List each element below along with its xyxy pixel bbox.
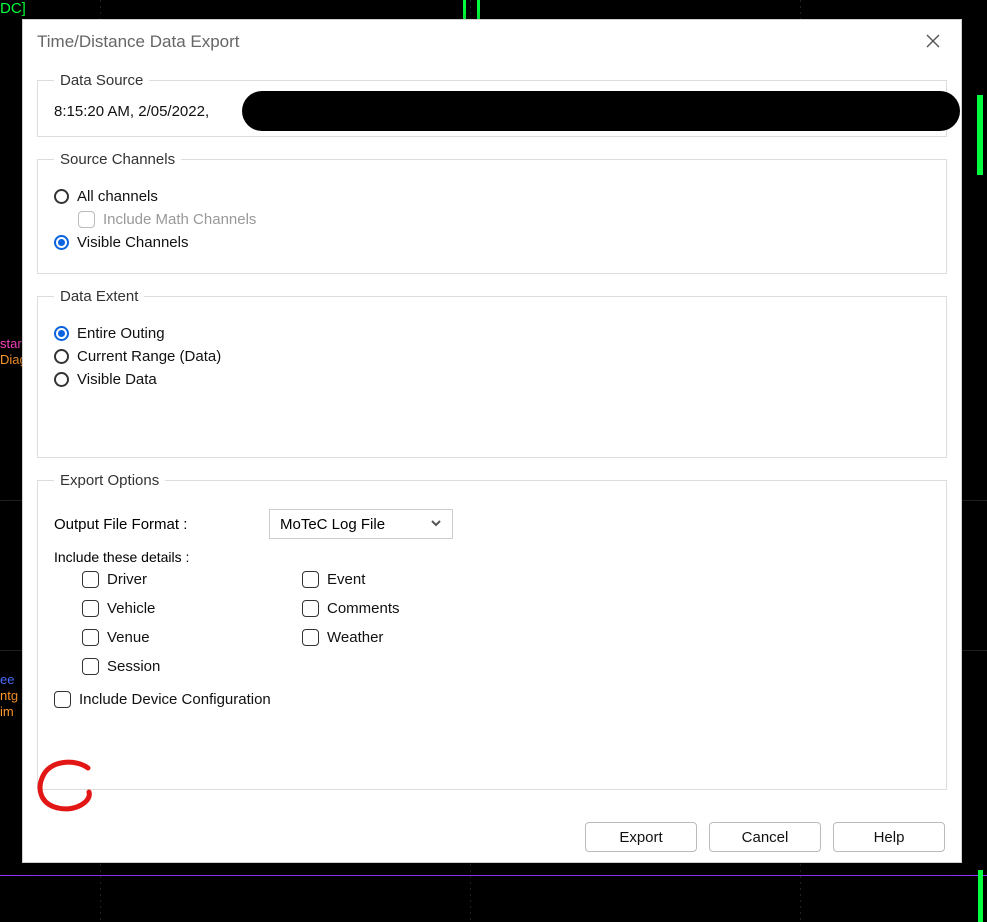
data-source-value: 8:15:20 AM, 2/05/2022, <box>54 103 930 120</box>
weather-label: Weather <box>327 629 383 646</box>
export-btn-label: Export <box>619 829 662 846</box>
row-output-format: Output File Format : MoTeC Log File <box>54 509 930 539</box>
bg-topleft-label: DC] <box>0 0 26 17</box>
session-label: Session <box>107 658 160 675</box>
help-btn-label: Help <box>874 829 905 846</box>
legend-export-options: Export Options <box>54 472 165 489</box>
checkbox-icon <box>302 629 319 646</box>
radio-visible-channels[interactable]: Visible Channels <box>54 234 930 251</box>
current-label: Current Range (Data) <box>77 348 221 365</box>
entire-label: Entire Outing <box>77 325 165 342</box>
checkbox-comments[interactable]: Comments <box>302 600 522 617</box>
checkbox-include-math[interactable]: Include Math Channels <box>78 211 930 228</box>
checkbox-driver[interactable]: Driver <box>82 571 302 588</box>
group-data-source: Data Source 8:15:20 AM, 2/05/2022, <box>37 72 947 137</box>
checkbox-session[interactable]: Session <box>82 658 302 675</box>
checkbox-icon <box>82 600 99 617</box>
radio-visible-label: Visible Channels <box>77 234 188 251</box>
data-source-timestamp: 8:15:20 AM, 2/05/2022, <box>54 103 209 120</box>
cancel-btn-label: Cancel <box>742 829 789 846</box>
close-icon <box>926 34 940 51</box>
driver-label: Driver <box>107 571 147 588</box>
bg-label-im: im <box>0 704 18 720</box>
label-include-details: Include these details : <box>54 549 930 565</box>
titlebar: Time/Distance Data Export <box>23 20 961 64</box>
close-button[interactable] <box>919 28 947 56</box>
checkbox-icon <box>78 211 95 228</box>
radio-all-label: All channels <box>77 188 158 205</box>
checkbox-include-device-config[interactable]: Include Device Configuration <box>54 691 930 708</box>
select-value: MoTeC Log File <box>280 516 385 533</box>
legend-data-source: Data Source <box>54 72 149 89</box>
legend-source-channels: Source Channels <box>54 151 181 168</box>
radio-all-channels[interactable]: All channels <box>54 188 930 205</box>
math-label: Include Math Channels <box>103 211 256 228</box>
checkbox-icon <box>302 600 319 617</box>
group-source-channels: Source Channels All channels Include Mat… <box>37 151 947 274</box>
checkbox-icon <box>82 629 99 646</box>
group-export-options: Export Options Output File Format : MoTe… <box>37 472 947 790</box>
radio-icon <box>54 372 69 387</box>
radio-current-range[interactable]: Current Range (Data) <box>54 348 930 365</box>
chevron-down-icon <box>430 516 442 533</box>
radio-visible-data[interactable]: Visible Data <box>54 371 930 388</box>
group-data-extent: Data Extent Entire Outing Current Range … <box>37 288 947 458</box>
checkbox-icon <box>82 571 99 588</box>
checkbox-weather[interactable]: Weather <box>302 629 522 646</box>
device-config-label: Include Device Configuration <box>79 691 271 708</box>
vehicle-label: Vehicle <box>107 600 155 617</box>
dialog-body: Data Source 8:15:20 AM, 2/05/2022, Sourc… <box>23 64 961 812</box>
bg-label-ntg: ntg <box>0 688 18 704</box>
venue-label: Venue <box>107 629 150 646</box>
help-button[interactable]: Help <box>833 822 945 852</box>
checkbox-venue[interactable]: Venue <box>82 629 302 646</box>
radio-icon <box>54 326 69 341</box>
redaction-mark <box>242 91 960 131</box>
checkbox-icon <box>54 691 71 708</box>
visible-data-label: Visible Data <box>77 371 157 388</box>
checkbox-event[interactable]: Event <box>302 571 522 588</box>
checkbox-icon <box>302 571 319 588</box>
event-label: Event <box>327 571 365 588</box>
legend-data-extent: Data Extent <box>54 288 144 305</box>
cancel-button[interactable]: Cancel <box>709 822 821 852</box>
checkbox-vehicle[interactable]: Vehicle <box>82 600 302 617</box>
comments-label: Comments <box>327 600 400 617</box>
radio-icon <box>54 189 69 204</box>
details-checklist: Driver Event Vehicle Comments Venue <box>82 571 930 675</box>
bg-label-ee: ee <box>0 672 18 688</box>
dialog-footer: Export Cancel Help <box>23 812 961 862</box>
checkbox-icon <box>82 658 99 675</box>
dialog-title: Time/Distance Data Export <box>37 32 919 52</box>
radio-entire-outing[interactable]: Entire Outing <box>54 325 930 342</box>
label-output-format: Output File Format : <box>54 516 269 533</box>
radio-icon <box>54 349 69 364</box>
radio-icon <box>54 235 69 250</box>
select-output-format[interactable]: MoTeC Log File <box>269 509 453 539</box>
export-dialog: Time/Distance Data Export Data Source 8:… <box>22 19 962 863</box>
export-button[interactable]: Export <box>585 822 697 852</box>
